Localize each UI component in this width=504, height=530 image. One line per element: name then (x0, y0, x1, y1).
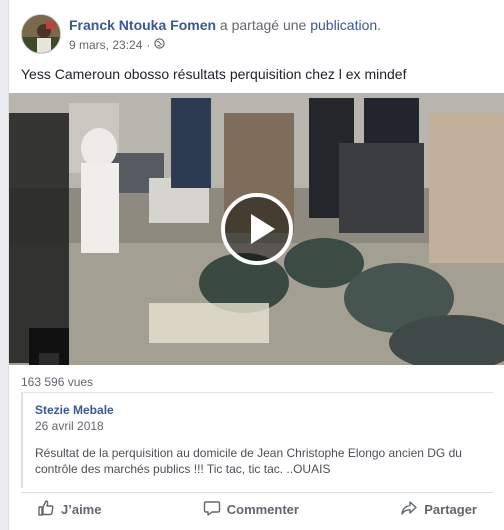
shared-post[interactable]: Stezie Mebale 26 avril 2018 Résultat de … (21, 392, 493, 488)
timestamp[interactable]: 9 mars, 23:24 (69, 38, 142, 52)
author-line: Franck Ntouka Fomen a partagé une public… (69, 17, 381, 33)
video-player[interactable] (9, 93, 504, 365)
avatar[interactable] (21, 14, 61, 54)
shared-post-date[interactable]: 26 avril 2018 (35, 419, 104, 433)
post-meta: 9 mars, 23:24 · (69, 38, 166, 52)
shared-post-text: Résultat de la perquisition au domicile … (35, 446, 462, 476)
globe-icon[interactable] (154, 38, 166, 52)
like-button[interactable]: J’aime (21, 499, 117, 520)
shared-label: a partagé une (219, 17, 307, 33)
share-button[interactable]: Partager (384, 499, 493, 520)
comment-icon (203, 499, 221, 520)
meta-separator: · (146, 38, 151, 52)
view-count: 163 596 vues (21, 375, 94, 389)
comment-button[interactable]: Commenter (187, 499, 315, 520)
author-name[interactable]: Franck Ntouka Fomen (69, 17, 216, 33)
like-label: J’aime (61, 502, 102, 517)
post-text: Yess Cameroun obosso résultats perquisit… (21, 66, 407, 82)
post-card: Franck Ntouka Fomen a partagé une public… (8, 0, 504, 530)
thumbs-up-icon (37, 499, 55, 520)
shared-post-author[interactable]: Stezie Mebale (35, 403, 114, 417)
publication-link[interactable]: publication. (310, 17, 381, 33)
share-label: Partager (424, 502, 477, 517)
share-arrow-icon (400, 499, 418, 520)
play-icon[interactable] (221, 193, 293, 265)
avatar-image (22, 15, 60, 53)
action-bar: J’aime Commenter Partager (21, 492, 493, 526)
post-header: Franck Ntouka Fomen a partagé une public… (21, 14, 494, 58)
comment-label: Commenter (226, 502, 299, 517)
